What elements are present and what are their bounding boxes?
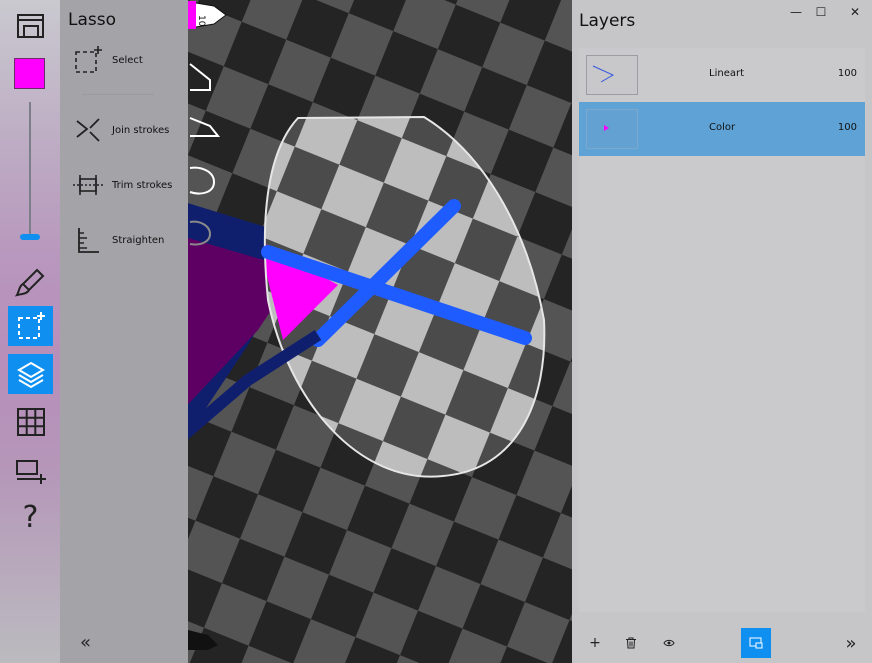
lasso-tool-label: Trim strokes xyxy=(112,179,173,191)
add-layer-button[interactable]: + xyxy=(580,628,610,658)
brush-size-slider[interactable] xyxy=(20,102,40,240)
window-minimize-button[interactable]: — xyxy=(786,3,806,21)
grid-tool-button[interactable] xyxy=(8,402,53,442)
canvas-resize-icon xyxy=(15,460,46,484)
layer-name: Color xyxy=(709,122,736,133)
file-menu-button[interactable] xyxy=(8,6,53,46)
lasso-panel-title: Lasso xyxy=(68,10,117,30)
lasso-panel: Lasso Select Join strokes Trim strokes S… xyxy=(60,0,188,663)
layer-opacity: 100 xyxy=(837,68,857,79)
layers-icon xyxy=(16,361,45,389)
lasso-tool-label: Straighten xyxy=(112,234,165,246)
layer-properties-icon xyxy=(749,637,763,649)
toggle-layer-visibility-button[interactable] xyxy=(654,628,684,658)
window-close-button[interactable]: ✕ xyxy=(845,3,865,21)
brush-size-indicator[interactable]: 10 xyxy=(188,0,228,30)
straighten-tool[interactable]: Straighten xyxy=(72,222,188,258)
lasso-tool-label: Join strokes xyxy=(112,124,170,136)
color-swatch-button[interactable] xyxy=(14,58,45,89)
brush-size-value: 10 xyxy=(196,15,206,27)
canvas-resize-button[interactable] xyxy=(8,450,53,490)
layer-name: Lineart xyxy=(709,68,744,79)
window-maximize-button[interactable]: ☐ xyxy=(811,3,831,21)
trash-icon xyxy=(626,637,636,649)
canvas-artwork xyxy=(188,0,572,663)
grid-icon xyxy=(16,408,45,436)
slider-thumb[interactable] xyxy=(20,234,40,240)
lasso-tool-button[interactable] xyxy=(8,306,53,346)
lasso-divider xyxy=(82,94,154,95)
lasso-select-tool[interactable]: Select xyxy=(72,42,188,78)
brush-icon xyxy=(14,268,44,297)
layers-tool-button[interactable] xyxy=(8,354,53,394)
collapse-layers-panel-button[interactable]: » xyxy=(836,628,866,658)
layers-panel-title: Layers xyxy=(579,11,636,31)
straighten-icon xyxy=(78,228,99,253)
main-toolbar: ? xyxy=(0,0,60,663)
help-button[interactable]: ? xyxy=(8,497,53,537)
lasso-tool-label: Select xyxy=(112,54,143,66)
layer-list: Lineart 100 Color 100 xyxy=(579,48,865,612)
layer-row-lineart[interactable]: Lineart 100 xyxy=(579,48,865,102)
lasso-select-icon xyxy=(75,46,102,73)
join-strokes-tool[interactable]: Join strokes xyxy=(72,112,188,148)
drawing-canvas[interactable]: 10 xyxy=(188,0,572,663)
folder-icon xyxy=(16,14,44,38)
plus-icon: + xyxy=(589,635,601,651)
layer-thumbnail xyxy=(586,109,638,149)
layer-properties-button[interactable] xyxy=(741,628,771,658)
help-icon: ? xyxy=(22,499,39,535)
layer-thumbnail xyxy=(586,55,638,95)
brush-tool-button[interactable] xyxy=(8,262,53,302)
layer-row-color[interactable]: Color 100 xyxy=(579,102,865,156)
eye-icon xyxy=(663,639,675,647)
trim-strokes-tool[interactable]: Trim strokes xyxy=(72,167,188,203)
layers-panel: Layers — ☐ ✕ Lineart 100 Color 100 + » xyxy=(572,0,872,663)
delete-layer-button[interactable] xyxy=(616,628,646,658)
lasso-select-icon xyxy=(17,312,45,339)
join-strokes-icon xyxy=(76,118,100,142)
trim-strokes-icon xyxy=(73,175,103,195)
layer-opacity: 100 xyxy=(837,122,857,133)
collapse-lasso-panel-button[interactable]: « xyxy=(80,632,91,653)
